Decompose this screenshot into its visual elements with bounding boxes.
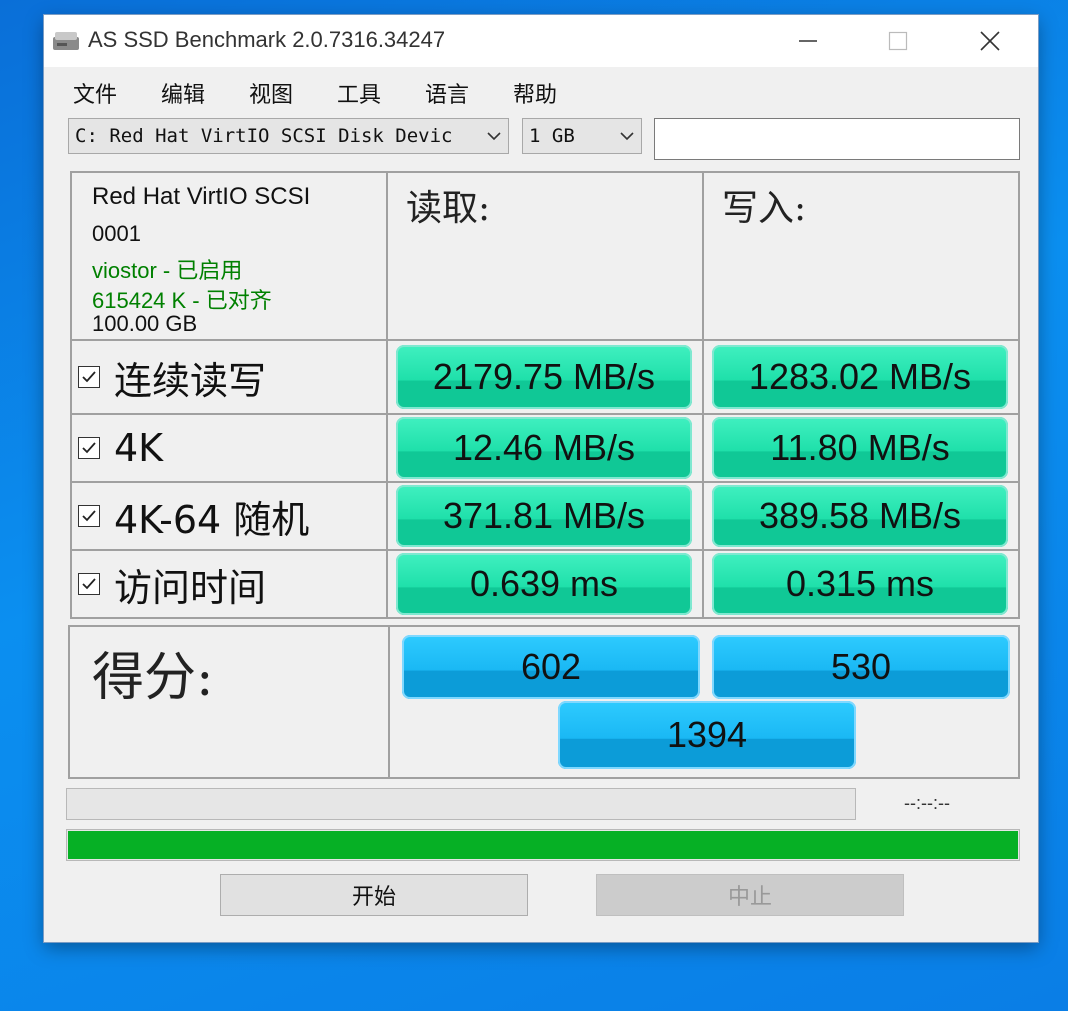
write-header-cell: 写入:: [702, 171, 1020, 341]
4k64-checkbox[interactable]: [78, 505, 100, 527]
seq-checkbox[interactable]: [78, 366, 100, 388]
close-icon: [980, 31, 1000, 51]
4k-write-cell: 11.80 MB/s: [702, 413, 1020, 483]
4k64-write-value: 389.58 MB/s: [712, 485, 1008, 547]
menu-file[interactable]: 文件: [73, 77, 117, 109]
app-window: AS SSD Benchmark 2.0.7316.34247 文件 编辑 视图…: [44, 15, 1038, 942]
access-read-cell: 0.639 ms: [386, 549, 704, 619]
4k-checkbox[interactable]: [78, 437, 100, 459]
4k64-read-cell: 371.81 MB/s: [386, 481, 704, 551]
4k-write-value: 11.80 MB/s: [712, 417, 1008, 479]
drive-select[interactable]: C: Red Hat VirtIO SCSI Disk Devic: [68, 118, 509, 154]
device-name: Red Hat VirtIO SCSI: [92, 183, 311, 210]
seq-write-value: 1283.02 MB/s: [712, 345, 1008, 409]
seq-read-value: 2179.75 MB/s: [396, 345, 692, 409]
row-label-cell: 访问时间: [70, 549, 388, 619]
chevron-down-icon: [620, 132, 634, 141]
write-header: 写入:: [722, 188, 807, 229]
4k-read-value: 12.46 MB/s: [396, 417, 692, 479]
menu-edit[interactable]: 编辑: [161, 77, 205, 109]
score-values-cell: 602 530 1394: [388, 625, 1020, 779]
checkmark-icon: [82, 371, 96, 383]
chevron-down-icon: [487, 132, 501, 141]
4k64-label: 4K-64 随机: [114, 497, 310, 542]
close-button[interactable]: [960, 15, 1020, 67]
overall-progress-fill: [68, 831, 1018, 859]
disk-app-icon: [53, 32, 79, 50]
title-bar[interactable]: AS SSD Benchmark 2.0.7316.34247: [44, 15, 1038, 67]
window-title: AS SSD Benchmark 2.0.7316.34247: [88, 27, 446, 52]
4k64-write-cell: 389.58 MB/s: [702, 481, 1020, 551]
maximize-icon: [888, 31, 908, 51]
device-capacity: 100.00 GB: [92, 311, 198, 336]
4k-row-label: 4K: [78, 415, 163, 481]
size-select[interactable]: 1 GB: [522, 118, 642, 154]
row-label-cell: 4K-64 随机: [70, 481, 388, 551]
seq-read-cell: 2179.75 MB/s: [386, 339, 704, 415]
access-read-value: 0.639 ms: [396, 553, 692, 615]
elapsed-time: --:--:--: [904, 793, 950, 813]
4k64-row-label: 4K-64 随机: [78, 483, 309, 549]
4k64-read-value: 371.81 MB/s: [396, 485, 692, 547]
menu-bar: 文件 编辑 视图 工具 语言 帮助: [44, 73, 1038, 109]
drive-select-value: C: Red Hat VirtIO SCSI Disk Devic: [75, 125, 453, 147]
score-label-cell: 得分:: [68, 625, 390, 779]
access-write-value: 0.315 ms: [712, 553, 1008, 615]
checkmark-icon: [82, 578, 96, 590]
4k-read-cell: 12.46 MB/s: [386, 413, 704, 483]
seq-label: 连续读写: [114, 358, 267, 403]
access-label: 访问时间: [114, 565, 267, 610]
checkmark-icon: [82, 510, 96, 522]
start-button[interactable]: 开始: [220, 874, 528, 916]
row-label-cell: 4K: [70, 413, 388, 483]
score-write: 530: [712, 635, 1010, 699]
seq-write-cell: 1283.02 MB/s: [702, 339, 1020, 415]
minimize-button[interactable]: [778, 15, 838, 67]
device-driver: viostor - 已启用: [92, 258, 243, 283]
menu-language[interactable]: 语言: [425, 77, 469, 109]
stop-button[interactable]: 中止: [596, 874, 904, 916]
checkmark-icon: [82, 442, 96, 454]
score-total: 1394: [558, 701, 856, 769]
access-write-cell: 0.315 ms: [702, 549, 1020, 619]
access-checkbox[interactable]: [78, 573, 100, 595]
menu-tools[interactable]: 工具: [337, 77, 381, 109]
read-header-cell: 读取:: [386, 171, 704, 341]
score-read: 602: [402, 635, 700, 699]
seq-row-label: 连续读写: [78, 341, 266, 413]
device-info-panel: Red Hat VirtIO SCSI 0001 viostor - 已启用 6…: [70, 171, 388, 341]
read-header: 读取:: [406, 188, 491, 229]
info-textbox[interactable]: [654, 118, 1020, 160]
maximize-button[interactable]: [868, 15, 928, 67]
minimize-icon: [799, 40, 817, 42]
test-progress-bar: [66, 788, 856, 820]
device-revision: 0001: [92, 221, 141, 246]
menu-view[interactable]: 视图: [249, 77, 293, 109]
row-label-cell: 连续读写: [70, 339, 388, 415]
score-label: 得分:: [92, 648, 214, 708]
access-row-label: 访问时间: [78, 551, 266, 617]
menu-help[interactable]: 帮助: [513, 77, 557, 109]
4k-label: 4K: [114, 426, 164, 470]
size-select-value: 1 GB: [529, 125, 575, 147]
overall-progress-bar: [66, 829, 1020, 861]
